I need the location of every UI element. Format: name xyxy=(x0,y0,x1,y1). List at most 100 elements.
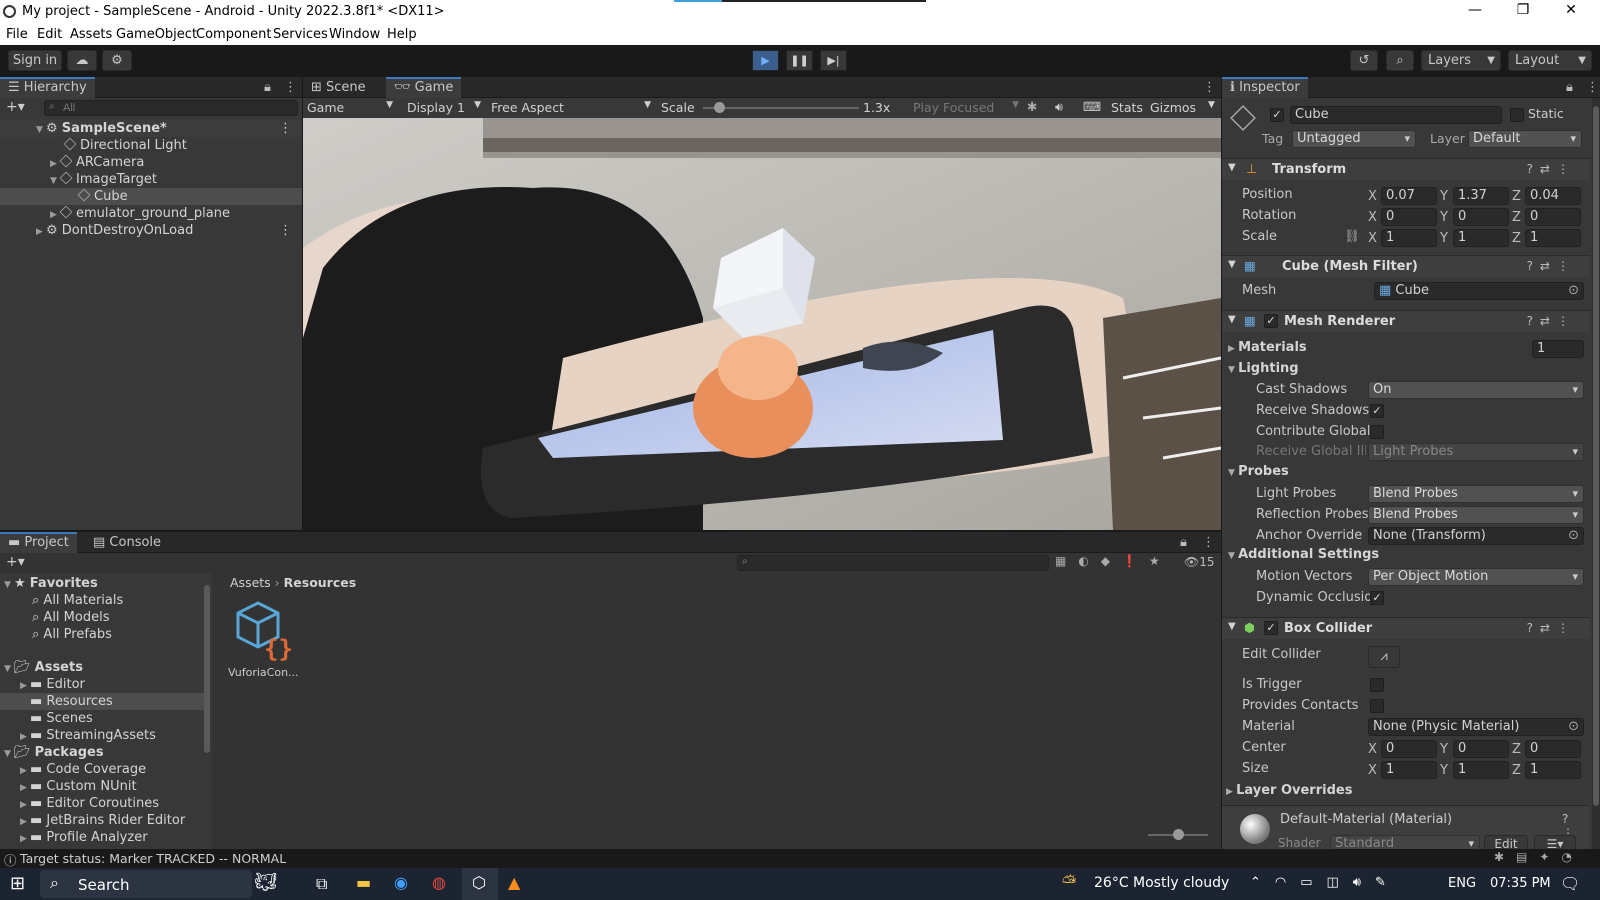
size-y-field[interactable]: 1 xyxy=(1453,761,1509,779)
hierarchy-item-samplescene[interactable]: ▼ ⚙ SampleScene* ⋮ xyxy=(0,120,302,137)
center-z-field[interactable]: 0 xyxy=(1525,740,1581,758)
search-icon[interactable]: ⌕ xyxy=(1386,50,1414,71)
center-x-field[interactable]: 0 xyxy=(1381,740,1437,758)
center-z-label[interactable]: Z xyxy=(1512,742,1521,757)
hidden-count[interactable]: 👁︎15 xyxy=(1184,555,1215,569)
scale-x-field[interactable]: 1 xyxy=(1381,229,1437,247)
vlc-icon[interactable]: ▲ xyxy=(508,873,520,892)
sign-in-button[interactable]: Sign in xyxy=(8,50,62,71)
transform-header[interactable]: ▼ ⊥ Transform ?⇄⋮ xyxy=(1222,158,1590,180)
is-trigger-checkbox[interactable] xyxy=(1370,678,1384,692)
tab-scene[interactable]: ⊞ Scene xyxy=(303,77,374,98)
hierarchy-item-emulator-ground-plane[interactable]: ▶ emulator_ground_plane xyxy=(0,205,302,222)
layout-dropdown[interactable]: Layout ▼ xyxy=(1508,50,1592,71)
lock-icon[interactable]: 🔒︎ xyxy=(264,80,271,95)
probes-section[interactable]: ▼ Probes xyxy=(1228,464,1289,479)
position-z-field[interactable]: 0.04 xyxy=(1525,187,1581,205)
cast-shadows-dropdown[interactable]: On xyxy=(1368,381,1584,399)
weather-text[interactable]: 26°C Mostly cloudy xyxy=(1094,875,1229,891)
step-button[interactable]: ▶| xyxy=(820,50,847,71)
clock[interactable]: 07:35 PM xyxy=(1490,876,1551,891)
close-button[interactable]: ✕ xyxy=(1556,2,1586,18)
project-search-input[interactable] xyxy=(737,555,1049,571)
audio-icon[interactable]: 🔊︎ xyxy=(1055,99,1063,115)
mesh-field[interactable]: ▦ Cube ⊙ xyxy=(1374,282,1584,300)
layers-dropdown[interactable]: Layers ▼ xyxy=(1421,50,1501,71)
menu-component[interactable]: Component xyxy=(196,27,271,42)
tab-console[interactable]: ▤ Console xyxy=(85,532,169,553)
position-z-label[interactable]: Z xyxy=(1512,189,1521,204)
icon-size-slider[interactable] xyxy=(1148,829,1208,840)
scale-y-field[interactable]: 1 xyxy=(1453,229,1509,247)
tab-inspector[interactable]: ℹ Inspector xyxy=(1222,77,1308,98)
size-z-label[interactable]: Z xyxy=(1512,763,1521,778)
position-x-label[interactable]: X xyxy=(1368,189,1377,204)
tag-dropdown[interactable]: Untagged xyxy=(1292,130,1416,148)
play-button[interactable]: ▶ xyxy=(752,50,779,71)
hierarchy-item-dontdestroyonload[interactable]: ▶ ⚙ DontDestroyOnLoad ⋮ xyxy=(0,222,302,239)
scale-z-label[interactable]: Z xyxy=(1512,231,1521,246)
scale-x-label[interactable]: X xyxy=(1368,231,1377,246)
component-actions[interactable]: ?⇄⋮ xyxy=(1527,621,1576,635)
add-icon[interactable]: +▾ xyxy=(6,99,25,115)
aspect-dropdown[interactable]: Free Aspect ▼ xyxy=(491,100,653,116)
box-collider-enabled-checkbox[interactable]: ✓ xyxy=(1264,621,1278,635)
center-y-field[interactable]: 0 xyxy=(1453,740,1509,758)
mesh-filter-header[interactable]: ▼ ▦ Cube (Mesh Filter) ?⇄⋮ xyxy=(1222,255,1590,277)
receive-shadows-checkbox[interactable]: ✓ xyxy=(1370,404,1384,418)
hierarchy-item-arcamera[interactable]: ▶ ARCamera xyxy=(0,154,302,171)
center-x-label[interactable]: X xyxy=(1368,742,1377,757)
position-x-field[interactable]: 0.07 xyxy=(1381,187,1437,205)
mesh-renderer-header[interactable]: ▼ ▦ ✓ Mesh Renderer ?⇄⋮ xyxy=(1222,310,1590,332)
minimize-button[interactable]: — xyxy=(1460,2,1490,18)
scale-slider[interactable] xyxy=(703,102,859,113)
notifications-icon[interactable]: 🗨︎ xyxy=(1560,874,1580,893)
component-actions[interactable]: ?⇄⋮ xyxy=(1527,259,1576,273)
box-collider-header[interactable]: ▼ ⬢ ✓ Box Collider ?⇄⋮ xyxy=(1222,617,1590,639)
lock-icon[interactable]: 🔒︎ xyxy=(1180,535,1187,550)
widgets-icon[interactable]: 🐙︎ xyxy=(254,872,277,893)
pause-button[interactable]: ❚❚ xyxy=(786,50,813,71)
display-dropdown[interactable]: Display 1 ▼ xyxy=(407,100,483,116)
tab-project[interactable]: ▬ Project xyxy=(0,532,77,553)
inspector-scrollbar[interactable] xyxy=(1592,98,1600,849)
maximize-button[interactable]: ❐ xyxy=(1508,2,1538,18)
lighting-section[interactable]: ▼ Lighting xyxy=(1228,361,1299,376)
menu-edit[interactable]: Edit xyxy=(37,27,62,42)
scale-z-field[interactable]: 1 xyxy=(1525,229,1581,247)
anchor-override-field[interactable]: None (Transform) ⊙ xyxy=(1368,527,1584,545)
component-actions[interactable]: ?⇄⋮ xyxy=(1527,162,1576,176)
windows-start-icon[interactable]: ⊞ xyxy=(10,873,25,894)
materials-section[interactable]: ▶ Materials xyxy=(1228,340,1307,355)
size-x-field[interactable]: 1 xyxy=(1381,761,1437,779)
breadcrumb-resources[interactable]: Resources xyxy=(284,575,357,590)
scale-y-label[interactable]: Y xyxy=(1440,231,1448,246)
menu-help[interactable]: Help xyxy=(387,27,417,42)
create-icon[interactable]: +▾ xyxy=(6,554,25,570)
bug-icon[interactable]: ✱ xyxy=(1027,99,1037,114)
game-viewport[interactable] xyxy=(303,118,1221,530)
stats-button[interactable]: Stats xyxy=(1111,100,1143,115)
center-y-label[interactable]: Y xyxy=(1440,742,1448,757)
breadcrumb-assets[interactable]: Assets xyxy=(230,575,271,590)
size-x-label[interactable]: X xyxy=(1368,763,1377,778)
static-checkbox[interactable] xyxy=(1510,108,1524,122)
language-indicator[interactable]: ENG xyxy=(1448,876,1476,891)
shader-dropdown[interactable]: Standard xyxy=(1330,835,1480,849)
edit-collider-button[interactable]: ⩘ xyxy=(1368,646,1400,668)
collider-material-field[interactable]: None (Physic Material) ⊙ xyxy=(1368,718,1584,736)
contribute-gi-checkbox[interactable] xyxy=(1370,425,1384,439)
lock-icon[interactable]: 🔒︎ xyxy=(1566,80,1573,95)
edge-icon[interactable]: ◉ xyxy=(394,873,408,892)
tab-hierarchy[interactable]: ☰ Hierarchy xyxy=(0,77,95,98)
status-icons[interactable]: ✱▤✦◔ xyxy=(1494,850,1584,864)
menu-gameobject[interactable]: GameObject xyxy=(116,27,197,42)
scale-slider-knob[interactable] xyxy=(713,102,725,113)
rotation-z-field[interactable]: 0 xyxy=(1525,208,1581,226)
game-mode-dropdown[interactable]: Game ▼ xyxy=(307,100,397,116)
project-menu-icon[interactable]: ⋮ xyxy=(1202,535,1215,550)
dynamic-occlusion-checkbox[interactable]: ✓ xyxy=(1370,591,1384,605)
rotation-x-label[interactable]: X xyxy=(1368,210,1377,225)
menu-window[interactable]: Window xyxy=(329,27,380,42)
menu-file[interactable]: File xyxy=(6,27,28,42)
